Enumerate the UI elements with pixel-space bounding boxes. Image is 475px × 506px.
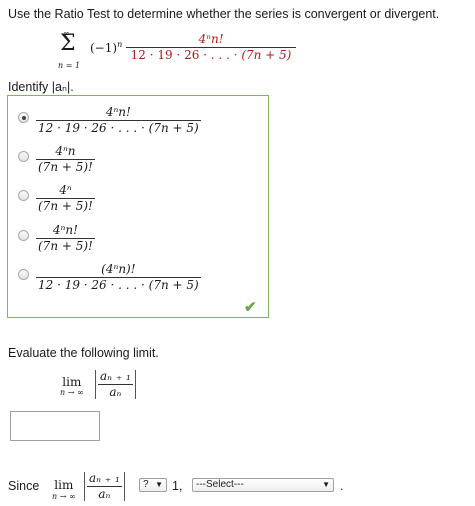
series-numerator: 4ⁿn! bbox=[198, 32, 224, 46]
correct-check-icon: ✔ bbox=[244, 299, 257, 316]
series-fraction: 4ⁿn! 12 · 19 · 26 · . . . · (7n + 5) bbox=[126, 33, 296, 62]
option-4[interactable]: 4ⁿn! (7n + 5)! bbox=[36, 224, 95, 253]
option-5-radio[interactable] bbox=[18, 269, 29, 280]
chevron-down-icon: ▼ bbox=[155, 480, 163, 489]
series-denominator: 12 · 19 · 26 · . . . · (7n + 5) bbox=[130, 48, 292, 62]
since-label: Since bbox=[8, 479, 40, 493]
conclusion-select[interactable]: ---Select--- ▼ bbox=[192, 478, 334, 492]
identify-label: Identify |aₙ|. bbox=[8, 80, 74, 94]
limit-expression: lim n → ∞ bbox=[60, 375, 84, 397]
since-ratio: aₙ ₊ ₁ aₙ bbox=[84, 472, 125, 501]
option-2-radio[interactable] bbox=[18, 151, 29, 162]
evaluate-label: Evaluate the following limit. bbox=[8, 346, 159, 360]
option-1[interactable]: 4ⁿn! 12 · 19 · 26 · . . . · (7n + 5) bbox=[36, 106, 201, 135]
limit-answer-input[interactable] bbox=[10, 411, 100, 441]
since-limit: lim n → ∞ bbox=[52, 478, 76, 501]
series-sign: (−1)n bbox=[90, 40, 123, 55]
option-3[interactable]: 4ⁿ (7n + 5)! bbox=[36, 184, 95, 213]
option-1-radio[interactable] bbox=[18, 112, 29, 123]
sentence-period: . bbox=[340, 479, 344, 493]
comparison-select[interactable]: ? ▼ bbox=[139, 478, 167, 492]
option-3-radio[interactable] bbox=[18, 190, 29, 201]
question-text: Use the Ratio Test to determine whether … bbox=[8, 7, 440, 21]
option-2[interactable]: 4ⁿn (7n + 5)! bbox=[36, 145, 95, 174]
chevron-down-icon: ▼ bbox=[322, 480, 330, 489]
option-4-radio[interactable] bbox=[18, 230, 29, 241]
sigma-lower: n = 1 bbox=[58, 61, 81, 70]
comparison-value: 1, bbox=[172, 479, 183, 493]
option-5[interactable]: (4ⁿn)! 12 · 19 · 26 · . . . · (7n + 5) bbox=[36, 263, 201, 292]
limit-ratio: aₙ ₊ ₁ aₙ bbox=[95, 370, 136, 399]
sigma-symbol: Σ bbox=[60, 31, 76, 56]
